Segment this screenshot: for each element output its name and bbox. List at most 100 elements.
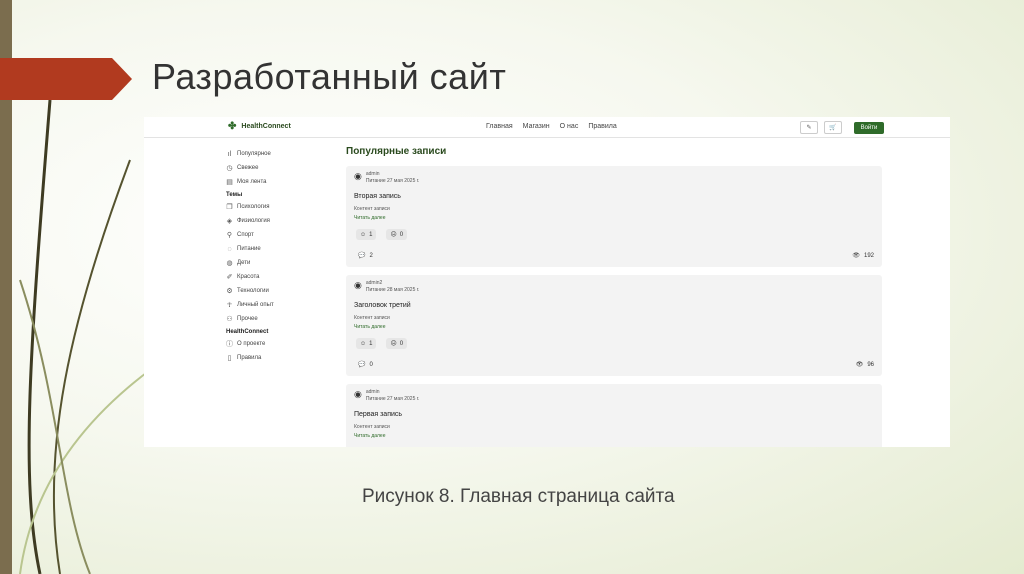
nav-shop[interactable]: Магазин [523, 123, 550, 130]
post-header: ◉ admin Питание 27 мая 2025 г. [354, 171, 419, 185]
main-content: Популярные записи ◉ admin Питание 27 мая… [346, 146, 886, 447]
sidebar-item-fresh[interactable]: ◷ Свежее [226, 161, 336, 175]
sidebar-item-rules[interactable]: ▯ Правила [226, 351, 336, 365]
eye-icon: 👁 [855, 362, 864, 368]
cart-icon[interactable]: 🛒 [824, 121, 842, 134]
nav-home[interactable]: Главная [486, 123, 513, 130]
sidebar-item-other[interactable]: ⚇ Прочее [226, 312, 336, 326]
info-icon: ⓘ [226, 341, 233, 348]
sidebar-item-label: Психология [237, 204, 270, 210]
sidebar-item-feed[interactable]: ▤ Моя лента [226, 175, 336, 189]
sidebar-item-tech[interactable]: ⚙ Технологии [226, 284, 336, 298]
sidebar-item-popular[interactable]: ıl Популярное [226, 147, 336, 161]
post-header: ◉ admin Питание 27 мая 2025 г. [354, 389, 419, 403]
people-icon: ⚇ [226, 316, 233, 323]
sidebar: ıl Популярное ◷ Свежее ▤ Моя лента Темы ❐ Пс… [226, 147, 336, 365]
dislike-count: 0 [399, 231, 404, 238]
post-meta: Питание 27 мая 2025 г. [365, 396, 420, 402]
reactions: ☺ 1 ☹ 0 [356, 338, 408, 349]
sidebar-item-label: О проекте [237, 341, 266, 347]
read-more-link[interactable]: Читать далее [354, 324, 386, 330]
post-card[interactable]: ◉ admin Питание 27 мая 2025 г. Первая за… [346, 384, 882, 447]
user-avatar-icon: ◉ [354, 280, 362, 290]
comment-count: 2 [369, 252, 373, 259]
eye-icon: 👁 [852, 253, 860, 259]
post-content: Контент записи [354, 315, 390, 321]
user-avatar-icon: ◉ [354, 389, 362, 399]
clock-icon: ◷ [226, 165, 233, 172]
bike-icon: ⚲ [226, 232, 233, 239]
like-button[interactable]: ☺ 1 [356, 338, 377, 349]
nav-rules[interactable]: Правила [588, 123, 616, 130]
post-card[interactable]: ◉ admin Питание 27 мая 2025 г. Вторая за… [346, 166, 882, 267]
view-count: 96 [867, 361, 874, 368]
sidebar-item-experience[interactable]: ☥ Личный опыт [226, 298, 336, 312]
nav-about[interactable]: О нас [560, 123, 579, 130]
sidebar-item-beauty[interactable]: ✐ Красота [226, 270, 336, 284]
copy-icon: ❐ [226, 204, 233, 211]
login-button[interactable]: Войти [854, 121, 884, 134]
diamond-icon: ◈ [226, 218, 233, 225]
title-arrow-shape [0, 58, 132, 100]
dislike-button[interactable]: ☹ 0 [386, 229, 408, 240]
post-author[interactable]: admin [366, 171, 420, 178]
site-logo[interactable]: ✤ HealthConnect [228, 121, 291, 132]
post-title[interactable]: Вторая запись [354, 193, 401, 200]
comments-button[interactable]: 💬 0 [358, 361, 373, 369]
smile-icon: ☺ [360, 231, 367, 238]
like-button[interactable]: ☺ 1 [356, 229, 377, 240]
sidebar-item-label: Спорт [237, 232, 254, 238]
sidebar-item-label: Популярное [237, 151, 271, 157]
dislike-button[interactable]: ☹ 0 [386, 338, 408, 349]
grass-decoration [19, 100, 151, 574]
sidebar-item-psychology[interactable]: ❐ Психология [226, 200, 336, 214]
comment-count: 0 [369, 361, 373, 368]
read-more-link[interactable]: Читать далее [354, 433, 386, 439]
reactions: ☺ 1 ☹ 0 [356, 229, 408, 240]
post-author[interactable]: admin [366, 389, 420, 396]
healthconnect-heading: HealthConnect [226, 328, 269, 335]
sidebar-item-label: Личный опыт [237, 302, 274, 308]
comment-icon: 💬 [358, 253, 366, 259]
post-card[interactable]: ◉ admin2 Питание 28 мая 2025 г. Заголово… [346, 275, 882, 376]
sidebar-item-label: Свежее [237, 165, 259, 171]
sidebar-item-sport[interactable]: ⚲ Спорт [226, 228, 336, 242]
tech-icon: ⚙ [226, 288, 233, 295]
main-nav: Главная Магазин О нас Правила [486, 123, 617, 130]
view-count: 192 [863, 252, 874, 259]
website-screenshot: ✤ HealthConnect Главная Магазин О нас Пр… [144, 117, 950, 447]
views-counter: 👁 192 [852, 252, 874, 260]
user-avatar-icon: ◉ [354, 171, 362, 181]
logo-leaf-icon: ✤ [228, 121, 237, 132]
like-count: 1 [369, 231, 373, 238]
read-more-link[interactable]: Читать далее [354, 215, 386, 221]
sidebar-item-physiology[interactable]: ◈ Физиология [226, 214, 336, 228]
post-content: Контент записи [354, 424, 390, 430]
topics-heading: Темы [226, 191, 243, 198]
post-header: ◉ admin2 Питание 28 мая 2025 г. [354, 280, 419, 294]
sidebar-item-label: Питание [237, 246, 261, 252]
apple-icon: ◌ [227, 245, 232, 253]
sidebar-item-label: Дети [237, 260, 251, 266]
chart-icon: ıl [227, 150, 232, 158]
sidebar-item-label: Правила [237, 355, 262, 361]
post-title[interactable]: Первая запись [354, 411, 402, 418]
like-count: 1 [369, 340, 373, 347]
page-title: Популярные записи [346, 146, 447, 157]
frown-icon: ☹ [390, 341, 397, 347]
comment-icon: 💬 [358, 362, 366, 368]
post-title[interactable]: Заголовок третий [354, 302, 411, 309]
header-actions: ✎ 🛒 Войти [800, 121, 884, 134]
post-author[interactable]: admin2 [366, 280, 420, 287]
sidebar-item-nutrition[interactable]: ◌ Питание [226, 242, 336, 256]
sidebar-item-kids[interactable]: ◍ Дети [226, 256, 336, 270]
person-icon: ☥ [226, 302, 233, 309]
views-counter: 👁 96 [855, 361, 874, 369]
sidebar-item-label: Моя лента [237, 179, 267, 185]
dislike-count: 0 [399, 340, 404, 347]
brush-icon: ✐ [226, 274, 233, 281]
book-icon: ▯ [227, 355, 232, 362]
bookmark-icon[interactable]: ✎ [800, 121, 818, 134]
comments-button[interactable]: 💬 2 [358, 252, 373, 260]
sidebar-item-about[interactable]: ⓘ О проекте [226, 337, 336, 351]
